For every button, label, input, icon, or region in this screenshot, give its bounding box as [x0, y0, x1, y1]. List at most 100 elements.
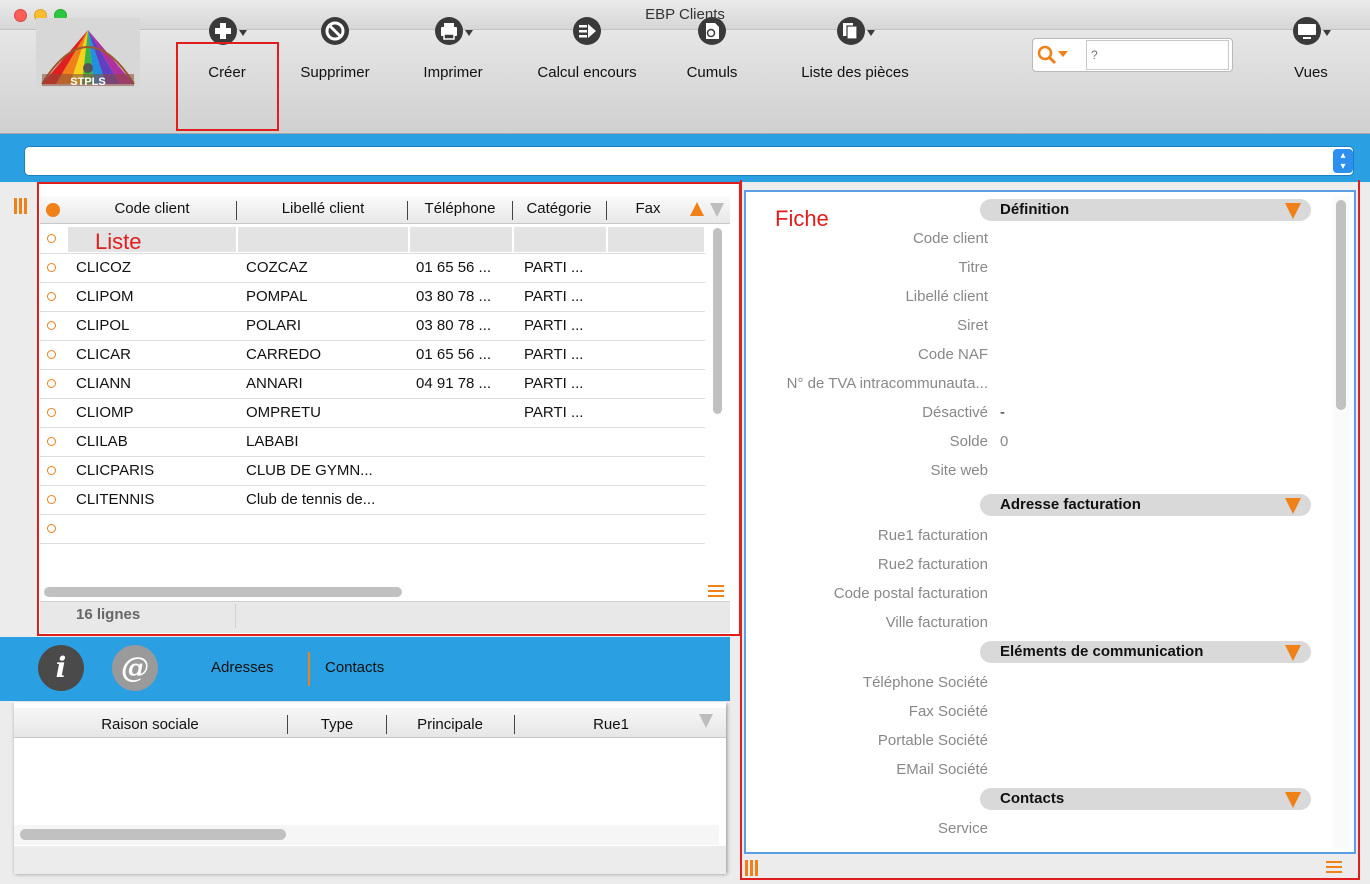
document-circle-icon: [698, 17, 726, 45]
cell-code: CLIANN: [76, 375, 132, 392]
cell-telephone: 01 65 56 ...: [416, 346, 492, 363]
field-label: Code NAF: [917, 346, 988, 363]
row-status-icon: [47, 292, 56, 301]
table-row[interactable]: CLICOZ COZCAZ 01 65 56 ... PARTI ...: [40, 254, 705, 283]
views-button-label: Vues: [1294, 64, 1328, 81]
column-header-telephone[interactable]: Téléphone: [408, 200, 512, 217]
info-icon[interactable]: i: [38, 645, 84, 691]
table-row[interactable]: CLIANN ANNARI 04 91 78 ... PARTI ...: [40, 370, 705, 399]
form-menu-icon[interactable]: [1326, 861, 1342, 876]
list-menu-icon[interactable]: [708, 585, 724, 600]
form-splitter-handle-icon[interactable]: [744, 860, 758, 876]
field-label: Ville facturation: [885, 614, 988, 631]
row-status-icon: [47, 437, 56, 446]
company-logo[interactable]: STPLS: [36, 18, 140, 88]
table-row[interactable]: CLITENNIS Club de tennis de...: [40, 486, 705, 515]
field-label: EMail Société: [896, 761, 988, 778]
views-button[interactable]: Vues: [1276, 12, 1346, 81]
row-status-header-icon[interactable]: [46, 203, 60, 217]
column-header-type[interactable]: Type: [289, 716, 385, 733]
email-at-icon[interactable]: @: [112, 645, 158, 691]
column-header-code[interactable]: Code client: [68, 200, 236, 217]
field-label: Libellé client: [905, 288, 988, 305]
list-hscroll-thumb[interactable]: [44, 587, 402, 597]
field-label: Fax Société: [908, 703, 988, 720]
field-label: Code postal facturation: [833, 585, 988, 602]
cell-libelle: POMPAL: [246, 288, 308, 305]
table-row[interactable]: CLICAR CARREDO 01 65 56 ... PARTI ...: [40, 341, 705, 370]
column-header-categorie[interactable]: Catégorie: [513, 200, 605, 217]
section-collapse-icon[interactable]: [1285, 645, 1301, 661]
compute-outstanding-button[interactable]: Calcul encours: [522, 12, 652, 81]
addresses-footer: [14, 846, 726, 874]
column-header-raison-sociale[interactable]: Raison sociale: [16, 716, 284, 733]
cell-categorie: PARTI ...: [524, 404, 584, 421]
cell-telephone: 01 65 56 ...: [416, 259, 492, 276]
table-row[interactable]: CLICPARIS CLUB DE GYMN...: [40, 457, 705, 486]
cell-code: CLILAB: [76, 433, 128, 450]
cell-libelle: Club de tennis de...: [246, 491, 376, 508]
cell-libelle: CARREDO: [246, 346, 322, 363]
row-status-icon: [47, 524, 56, 533]
addresses-column-chooser-icon[interactable]: [699, 714, 713, 728]
table-row[interactable]: CLILAB LABABI: [40, 428, 705, 457]
cell-code: CLICPARIS: [76, 462, 155, 479]
documents-list-label: Liste des pièces: [801, 64, 909, 81]
addresses-hscroll-thumb[interactable]: [20, 829, 286, 840]
cell-code: CLIPOL: [76, 317, 130, 334]
column-header-rue1[interactable]: Rue1: [516, 716, 706, 733]
splitter-handle-icon[interactable]: [13, 198, 27, 214]
record-form: [744, 190, 1356, 854]
sort-ascending-icon[interactable]: [690, 202, 704, 216]
table-row[interactable]: [40, 515, 705, 544]
section-collapse-icon[interactable]: [1285, 792, 1301, 808]
section-definition[interactable]: Définition: [980, 199, 1311, 221]
column-chooser-icon[interactable]: [710, 203, 724, 217]
cell-code: CLICOZ: [76, 259, 132, 276]
cell-categorie: PARTI ...: [524, 375, 584, 392]
column-header-fax[interactable]: Fax: [608, 200, 688, 217]
row-status-icon: [47, 466, 56, 475]
table-row[interactable]: CLIOMP OMPRETU PARTI ...: [40, 399, 705, 428]
field-label: Rue2 facturation: [877, 556, 988, 573]
section-contacts[interactable]: Contacts: [980, 788, 1311, 810]
tab-addresses[interactable]: Adresses: [211, 659, 274, 676]
cell-libelle: OMPRETU: [246, 404, 321, 421]
cell-categorie: PARTI ...: [524, 288, 584, 305]
section-communication[interactable]: Eléments de communication: [980, 641, 1311, 663]
field-label: N° de TVA intracommunauta...: [786, 375, 988, 392]
documents-list-button[interactable]: Liste des pièces: [780, 12, 930, 81]
select-stepper-icon[interactable]: ▴ ▾: [1333, 149, 1353, 173]
cell-telephone: 03 80 78 ...: [416, 288, 492, 305]
section-adresse-facturation[interactable]: Adresse facturation: [980, 494, 1311, 516]
search-icon[interactable]: [1036, 44, 1080, 70]
delete-button-label: Supprimer: [300, 64, 370, 81]
delete-button[interactable]: Supprimer: [287, 12, 383, 81]
filter-select[interactable]: [24, 146, 1354, 176]
tab-contacts[interactable]: Contacts: [325, 659, 384, 676]
cell-code: CLITENNIS: [76, 491, 155, 508]
list-scroll-thumb[interactable]: [713, 228, 722, 414]
section-collapse-icon[interactable]: [1285, 498, 1301, 514]
printer-icon: [435, 17, 473, 45]
print-button[interactable]: Imprimer: [410, 12, 496, 81]
field-label: Titre: [958, 259, 988, 276]
cell-categorie: PARTI ...: [524, 259, 584, 276]
form-scroll-thumb[interactable]: [1336, 200, 1346, 410]
cell-categorie: PARTI ...: [524, 317, 584, 334]
totals-button[interactable]: Cumuls: [672, 12, 752, 81]
search-input[interactable]: [1086, 40, 1229, 70]
monitor-icon: [1293, 17, 1331, 45]
field-label: Portable Société: [877, 732, 988, 749]
column-header-principale[interactable]: Principale: [388, 716, 512, 733]
table-row[interactable]: CLIPOL POLARI 03 80 78 ... PARTI ...: [40, 312, 705, 341]
section-collapse-icon[interactable]: [1285, 203, 1301, 219]
fiche-annotation-label: Fiche: [775, 206, 829, 231]
arrow-circle-icon: [573, 17, 601, 45]
cell-code: CLICAR: [76, 346, 132, 363]
column-header-libelle[interactable]: Libellé client: [238, 200, 408, 217]
table-row[interactable]: CLIPOM POMPAL 03 80 78 ... PARTI ...: [40, 283, 705, 312]
cell-code: CLIOMP: [76, 404, 134, 421]
field-value-desactive[interactable]: -: [1000, 404, 1005, 421]
create-button[interactable]: Créer: [185, 12, 269, 81]
